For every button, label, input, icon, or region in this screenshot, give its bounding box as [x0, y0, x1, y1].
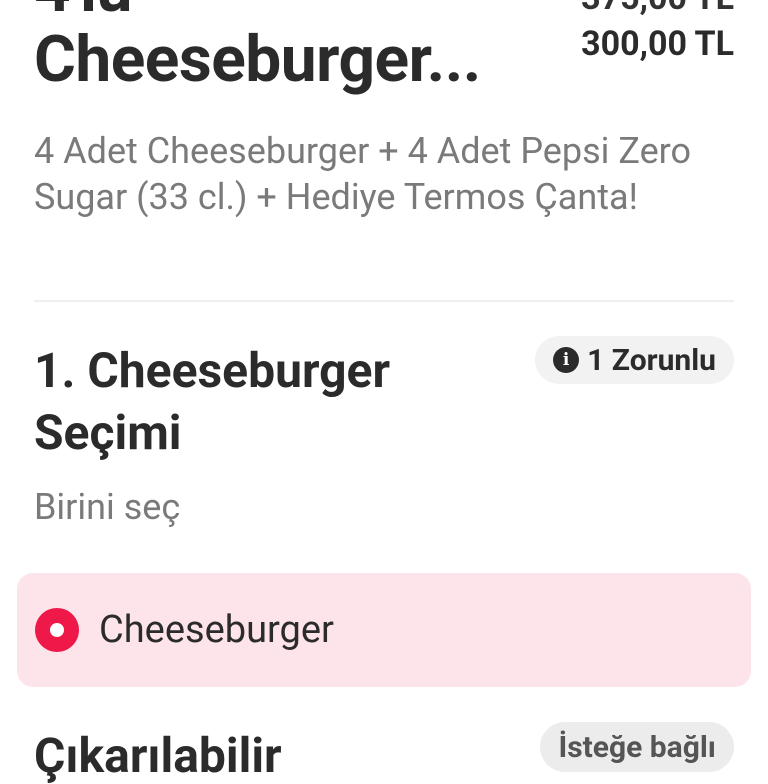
section-subtitle: Birini seç	[34, 486, 181, 528]
product-description: 4 Adet Cheeseburger + 4 Adet Pepsi Zero …	[34, 130, 692, 218]
radio-selected-icon[interactable]	[35, 608, 79, 652]
divider	[34, 300, 734, 302]
info-icon: i	[553, 347, 580, 373]
product-title: Cheeseburger...	[34, 22, 481, 97]
option-cheeseburger[interactable]: Cheeseburger	[17, 573, 751, 687]
original-price: 375,00 TL	[581, 0, 734, 18]
required-badge: i 1 Zorunlu	[535, 336, 734, 384]
required-badge-label: 1 Zorunlu	[587, 342, 716, 378]
discounted-price: 300,00 TL	[581, 24, 734, 64]
option-label: Cheeseburger	[99, 608, 334, 652]
section-title-cheeseburger-choice: 1. Cheeseburger Seçimi	[34, 342, 391, 461]
radio-dot	[50, 623, 64, 637]
optional-badge: İsteğe bağlı	[540, 722, 734, 772]
section-title-removable: Çıkarılabilir	[34, 727, 282, 784]
